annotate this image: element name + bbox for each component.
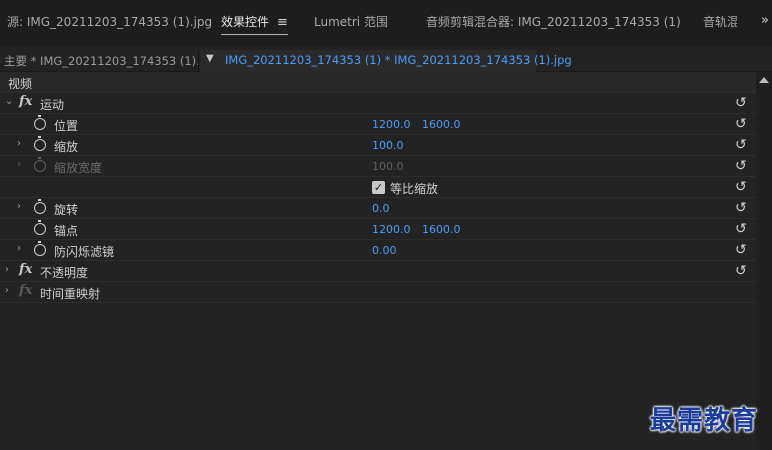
- property-row-anchor-point: 锚点 1200.0 1600.0 ↺: [0, 219, 756, 240]
- stopwatch-icon: [34, 157, 46, 172]
- watermark-logo: 最需教育: [650, 406, 759, 436]
- vertical-scrollbar[interactable]: [756, 72, 772, 450]
- reset-icon[interactable]: ↺: [735, 116, 747, 132]
- more-tabs-icon[interactable]: »: [761, 13, 769, 28]
- property-row-scale-width: › 缩放宽度 100.0 ↺: [0, 156, 756, 177]
- opacity-label: 不透明度: [40, 266, 89, 280]
- panel-menu-icon[interactable]: ≡: [277, 15, 288, 31]
- anchor-point-label: 锚点: [54, 224, 79, 238]
- property-row-scale: › 缩放 100.0 ↺: [0, 135, 756, 156]
- reset-icon[interactable]: ↺: [735, 221, 747, 237]
- stopwatch-icon[interactable]: [34, 241, 46, 256]
- tab-audio-track-mixer[interactable]: 音轨混: [703, 14, 737, 34]
- scale-width-label: 缩放宽度: [54, 161, 103, 175]
- chevron-right-icon[interactable]: ›: [5, 264, 9, 275]
- uniform-scale-label: 等比缩放: [390, 182, 439, 196]
- property-row-uniform-scale: ✓ 等比缩放 ↺: [0, 177, 756, 198]
- property-row-rotation: › 旋转 0.0 ↺: [0, 198, 756, 219]
- tab-source[interactable]: 源: IMG_20211203_174353 (1).jpg: [7, 14, 212, 34]
- scale-label: 缩放: [54, 140, 79, 154]
- reset-icon[interactable]: ↺: [735, 242, 747, 258]
- chevron-right-icon[interactable]: ›: [17, 138, 21, 149]
- tab-source-label: 源: IMG_20211203_174353 (1).jpg: [7, 15, 213, 29]
- time-remapping-label: 时间重映射: [40, 287, 101, 301]
- anti-flicker-value[interactable]: 0.00: [372, 244, 397, 257]
- uniform-scale-checkbox[interactable]: ✓: [372, 181, 385, 194]
- reset-icon[interactable]: ↺: [735, 179, 747, 195]
- video-section-label: 视频: [8, 77, 33, 91]
- stopwatch-icon[interactable]: [34, 115, 46, 130]
- reset-icon[interactable]: ↺: [735, 95, 747, 111]
- motion-label: 运动: [40, 98, 65, 112]
- chevron-down-icon[interactable]: ⌄: [5, 96, 13, 107]
- anti-flicker-label: 防闪烁滤镜: [54, 245, 115, 259]
- position-y-value[interactable]: 1600.0: [422, 118, 461, 131]
- stopwatch-icon[interactable]: [34, 199, 46, 214]
- effect-row-time-remapping[interactable]: › fx 时间重映射: [0, 282, 756, 303]
- reset-icon[interactable]: ↺: [735, 137, 747, 153]
- tab-effect-controls[interactable]: 效果控件 ≡: [221, 14, 288, 35]
- rotation-value[interactable]: 0.0: [372, 202, 390, 215]
- chevron-right-icon[interactable]: ›: [17, 201, 21, 212]
- position-x-value[interactable]: 1200.0: [372, 118, 411, 131]
- tab-lumetri-label: Lumetri 范围: [314, 15, 388, 29]
- active-tab-underline: [221, 34, 288, 35]
- sequence-clip-dropdown[interactable]: ▼ IMG_20211203_174353 (1) * IMG_20211203…: [200, 50, 572, 72]
- tab-audio-clip-mixer[interactable]: 音频剪辑混合器: IMG_20211203_174353 (1): [426, 14, 681, 34]
- fx-icon: fx: [19, 283, 33, 298]
- reset-icon[interactable]: ↺: [735, 263, 747, 279]
- reset-icon[interactable]: ↺: [735, 200, 747, 216]
- stopwatch-icon[interactable]: [34, 220, 46, 235]
- tab-effect-controls-label: 效果控件: [221, 15, 270, 29]
- fx-icon[interactable]: fx: [19, 94, 32, 109]
- chevron-right-icon[interactable]: ›: [5, 285, 9, 296]
- chevron-down-icon: ▼: [206, 53, 214, 64]
- chevron-right-icon[interactable]: ›: [17, 243, 21, 254]
- clip-selector-row: 主要 * IMG_20211203_174353 (1).jpg ▼ IMG_2…: [0, 50, 772, 72]
- position-label: 位置: [54, 119, 79, 133]
- panel-tab-bar: 源: IMG_20211203_174353 (1).jpg 效果控件 ≡ Lum…: [0, 0, 772, 46]
- divider: [198, 50, 199, 72]
- property-row-position: 位置 1200.0 1600.0 ↺: [0, 114, 756, 135]
- tab-audio-track-label: 音轨混: [703, 15, 737, 29]
- property-row-anti-flicker: › 防闪烁滤镜 0.00 ↺: [0, 240, 756, 261]
- scale-width-value: 100.0: [372, 160, 404, 173]
- effect-row-opacity[interactable]: › fx 不透明度 ↺: [0, 261, 756, 282]
- tab-lumetri-scopes[interactable]: Lumetri 范围: [314, 14, 388, 34]
- scale-value[interactable]: 100.0: [372, 139, 404, 152]
- stopwatch-icon[interactable]: [34, 136, 46, 151]
- scroll-up-icon[interactable]: [759, 77, 769, 83]
- chevron-right-icon: ›: [17, 159, 21, 170]
- rotation-label: 旋转: [54, 203, 79, 217]
- effect-controls-list: 视频 ⌄ fx 运动 ↺ 位置 1200.0 1600.0 ↺ › 缩放 100…: [0, 72, 756, 303]
- video-section-header: 视频: [0, 72, 756, 93]
- anchor-y-value[interactable]: 1600.0: [422, 223, 461, 236]
- master-clip-label[interactable]: 主要 * IMG_20211203_174353 (1).jpg: [4, 53, 218, 69]
- anchor-x-value[interactable]: 1200.0: [372, 223, 411, 236]
- reset-icon[interactable]: ↺: [735, 158, 747, 174]
- fx-icon[interactable]: fx: [19, 262, 32, 277]
- sequence-clip-label: IMG_20211203_174353 (1) * IMG_20211203_1…: [225, 53, 572, 67]
- tab-audio-mixer-label: 音频剪辑混合器: IMG_20211203_174353 (1): [426, 15, 681, 29]
- effect-row-motion[interactable]: ⌄ fx 运动 ↺: [0, 93, 756, 114]
